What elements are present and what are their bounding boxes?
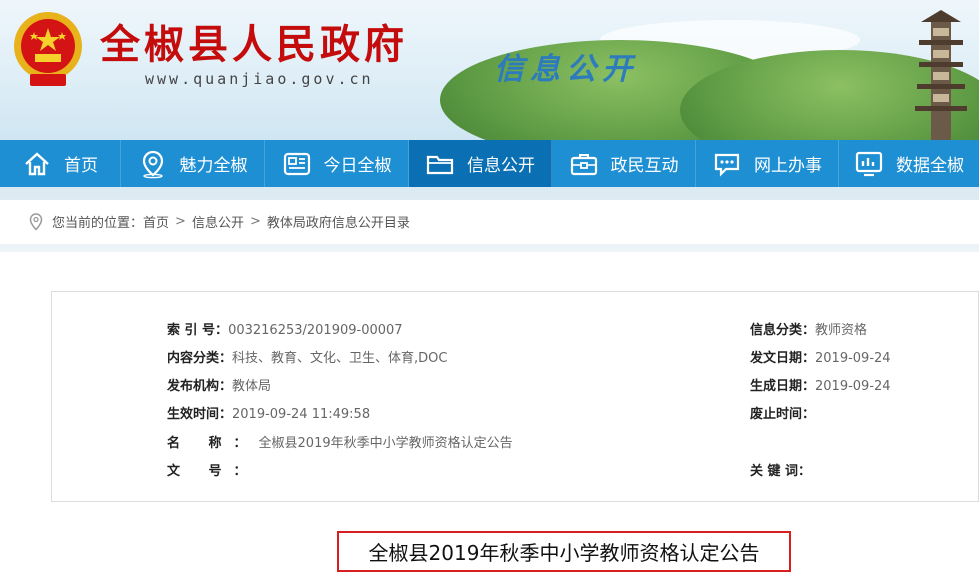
section-badge: 信息公开 (494, 52, 638, 87)
breadcrumb: 您当前的位置： 首页 > 信息公开 > 教体局政府信息公开目录 (28, 212, 410, 231)
article-title: 全椒县2019年秋季中小学教师资格认定公告 (337, 531, 791, 572)
info-value: 全椒县2019年秋季中小学教师资格认定公告 (258, 436, 513, 451)
info-issue-date-row: 发文日期：2019-09-24 (750, 347, 891, 366)
breadcrumb-link-info[interactable]: 信息公开 (192, 212, 244, 231)
nav-item-charm[interactable]: 魅力全椒 (121, 140, 265, 187)
info-value: 教体局 (232, 379, 272, 394)
info-key: 关 键 词： (750, 464, 812, 479)
nav-item-online-service[interactable]: 网上办事 (696, 140, 839, 187)
location-pin-icon (29, 212, 43, 231)
info-key: 名 称： (167, 436, 259, 451)
breadcrumb-link-catalog[interactable]: 教体局政府信息公开目录 (267, 212, 410, 231)
folder-icon (426, 155, 454, 174)
info-category-row: 信息分类：教师资格 (750, 319, 867, 338)
location-pin-icon (142, 150, 163, 178)
info-expire-time-row: 废止时间： (750, 403, 815, 422)
main-nav: 首页 魅力全椒 今日全椒 信息公开 政民互动 网上办事 数据全椒 (0, 140, 979, 187)
document-info-box: 索 引 号：003216253/201909-00007 内容分类：科技、教育、… (51, 291, 979, 502)
nav-item-info-disclosure[interactable]: 信息公开 (409, 140, 552, 187)
nav-item-home[interactable]: 首页 (0, 140, 121, 187)
nav-item-data[interactable]: 数据全椒 (839, 140, 979, 187)
info-key: 索 引 号： (167, 323, 229, 338)
breadcrumb-link-home[interactable]: 首页 (143, 212, 169, 231)
site-title: 全椒县人民政府 (100, 21, 408, 68)
nav-label: 数据全椒 (896, 156, 964, 176)
info-key: 废止时间： (750, 407, 816, 422)
info-doc-number-row: 文 号： (167, 460, 259, 479)
nav-label: 今日全椒 (323, 156, 392, 176)
breadcrumb-prefix: 您当前的位置： (52, 216, 144, 231)
info-key: 发文日期： (750, 351, 816, 366)
nav-item-interaction[interactable]: 政民互动 (552, 140, 696, 187)
nav-label: 魅力全椒 (179, 156, 248, 176)
nav-item-today[interactable]: 今日全椒 (265, 140, 409, 187)
info-key: 生效时间： (167, 407, 233, 422)
site-header: 全椒县人民政府 www.quanjiao.gov.cn 信息公开 (0, 0, 979, 140)
home-icon (25, 151, 49, 175)
info-value: 2019-09-24 (815, 351, 891, 366)
pagoda-tower-icon (915, 10, 967, 140)
national-emblem-icon (14, 12, 82, 86)
info-publisher-row: 发布机构：教体局 (167, 375, 271, 394)
info-value: 2019-09-24 (815, 379, 891, 394)
info-key: 内容分类： (167, 351, 233, 366)
info-value: 教师资格 (815, 323, 868, 338)
info-index-row: 索 引 号：003216253/201909-00007 (167, 319, 403, 338)
info-value: 003216253/201909-00007 (228, 323, 403, 338)
news-icon (283, 152, 310, 175)
chat-icon (714, 153, 740, 177)
data-chart-icon (855, 151, 883, 176)
info-effective-time-row: 生效时间：2019-09-24 11:49:58 (167, 403, 370, 422)
breadcrumb-separator: > (249, 214, 261, 229)
info-key: 发布机构： (167, 379, 233, 394)
nav-label: 政民互动 (610, 156, 679, 176)
info-key: 生成日期： (750, 379, 816, 394)
nav-label: 首页 (64, 156, 98, 176)
nav-label: 信息公开 (467, 156, 535, 176)
info-keywords-row: 关 键 词： (750, 460, 811, 479)
nav-label: 网上办事 (754, 156, 822, 176)
info-content-category-row: 内容分类：科技、教育、文化、卫生、体育,DOC (167, 347, 447, 366)
briefcase-icon (570, 153, 597, 175)
info-generated-date-row: 生成日期：2019-09-24 (750, 375, 891, 394)
info-key: 信息分类： (750, 323, 816, 338)
breadcrumb-separator: > (175, 214, 186, 229)
info-value: 2019-09-24 11:49:58 (232, 407, 371, 422)
info-name-row: 名 称：全椒县2019年秋季中小学教师资格认定公告 (167, 432, 513, 451)
info-value: 科技、教育、文化、卫生、体育,DOC (232, 351, 448, 366)
info-key: 文 号： (167, 464, 259, 479)
site-url: www.quanjiao.gov.cn (145, 70, 374, 88)
